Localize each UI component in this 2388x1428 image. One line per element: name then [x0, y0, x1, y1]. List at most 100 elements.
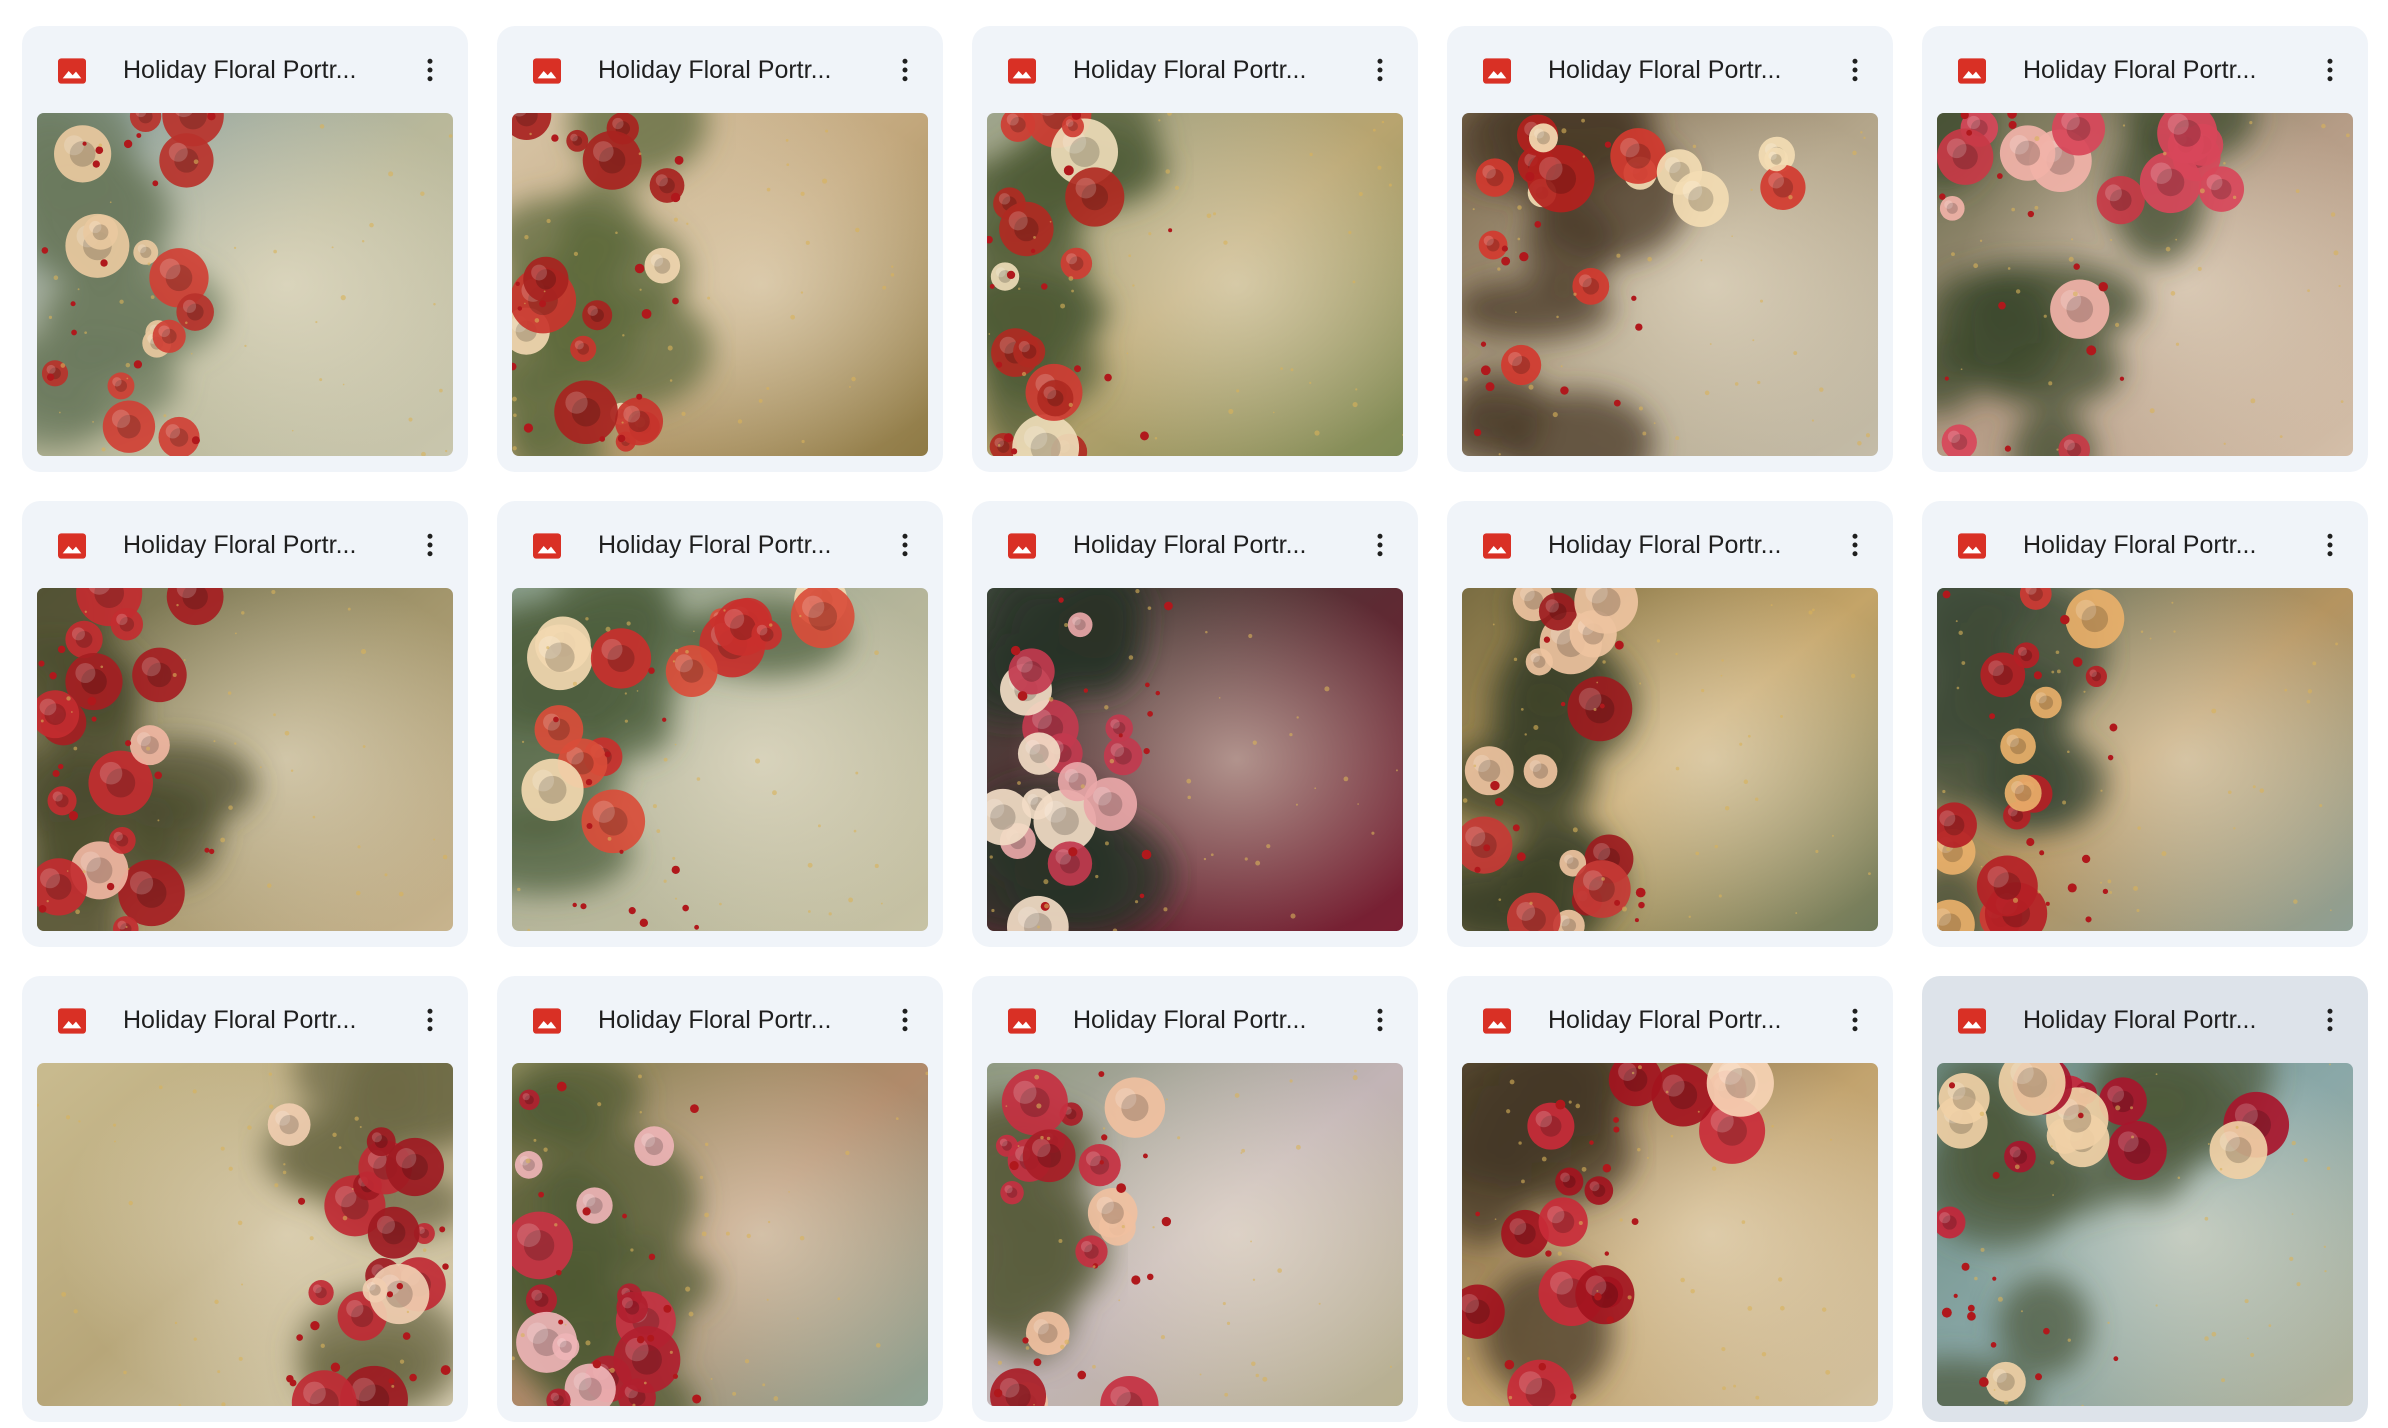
- file-card[interactable]: Holiday Floral Portr...: [22, 501, 468, 947]
- more-vert-icon: [1840, 530, 1870, 560]
- file-card-header: Holiday Floral Portr...: [497, 26, 943, 114]
- file-thumbnail[interactable]: [37, 1063, 453, 1406]
- image-icon: [56, 1005, 88, 1037]
- file-thumbnail[interactable]: [1937, 588, 2353, 931]
- more-vert-icon: [890, 1005, 920, 1035]
- file-card[interactable]: Holiday Floral Portr...: [22, 26, 468, 472]
- file-name: Holiday Floral Portr...: [598, 56, 832, 84]
- image-icon: [1956, 55, 1988, 87]
- file-card[interactable]: Holiday Floral Portr...: [1447, 501, 1893, 947]
- thumbnail-artwork: [1937, 1063, 2353, 1406]
- file-name: Holiday Floral Portr...: [1548, 1006, 1782, 1034]
- file-thumbnail[interactable]: [512, 113, 928, 456]
- more-actions-button[interactable]: [1831, 46, 1879, 94]
- thumbnail-artwork: [1937, 588, 2353, 931]
- file-card[interactable]: Holiday Floral Portr...: [22, 976, 468, 1422]
- file-thumbnail[interactable]: [512, 588, 928, 931]
- file-card[interactable]: Holiday Floral Portr...: [1447, 26, 1893, 472]
- file-card-header: Holiday Floral Portr...: [1922, 26, 2368, 114]
- more-actions-button[interactable]: [881, 996, 929, 1044]
- more-vert-icon: [1840, 1005, 1870, 1035]
- file-name: Holiday Floral Portr...: [123, 56, 357, 84]
- image-icon: [531, 530, 563, 562]
- image-icon: [531, 1005, 563, 1037]
- image-icon: [531, 55, 563, 87]
- more-actions-button[interactable]: [406, 46, 454, 94]
- file-card-header: Holiday Floral Portr...: [22, 501, 468, 589]
- more-actions-button[interactable]: [406, 996, 454, 1044]
- more-actions-button[interactable]: [1356, 521, 1404, 569]
- file-thumbnail[interactable]: [1462, 1063, 1878, 1406]
- more-vert-icon: [1840, 55, 1870, 85]
- thumbnail-artwork: [37, 588, 453, 931]
- file-thumbnail[interactable]: [987, 113, 1403, 456]
- more-actions-button[interactable]: [2306, 521, 2354, 569]
- image-icon: [1006, 1005, 1038, 1037]
- thumbnail-artwork: [987, 1063, 1403, 1406]
- file-thumbnail[interactable]: [37, 113, 453, 456]
- more-vert-icon: [2315, 55, 2345, 85]
- file-card[interactable]: Holiday Floral Portr...: [497, 976, 943, 1422]
- file-thumbnail[interactable]: [1462, 588, 1878, 931]
- thumbnail-artwork: [37, 113, 453, 456]
- file-thumbnail[interactable]: [512, 1063, 928, 1406]
- image-icon: [1481, 55, 1513, 87]
- more-actions-button[interactable]: [2306, 46, 2354, 94]
- thumbnail-artwork: [1462, 1063, 1878, 1406]
- file-card[interactable]: Holiday Floral Portr...: [972, 976, 1418, 1422]
- file-card-header: Holiday Floral Portr...: [22, 26, 468, 114]
- more-actions-button[interactable]: [406, 521, 454, 569]
- file-name: Holiday Floral Portr...: [123, 531, 357, 559]
- file-card-header: Holiday Floral Portr...: [1922, 501, 2368, 589]
- thumbnail-artwork: [37, 1063, 453, 1406]
- more-actions-button[interactable]: [1831, 521, 1879, 569]
- file-thumbnail[interactable]: [1462, 113, 1878, 456]
- file-grid: Holiday Floral Portr... Holiday Floral Po…: [22, 26, 2368, 1422]
- file-name: Holiday Floral Portr...: [2023, 56, 2257, 84]
- more-vert-icon: [1365, 530, 1395, 560]
- image-icon: [1956, 530, 1988, 562]
- file-name: Holiday Floral Portr...: [598, 1006, 832, 1034]
- file-card-header: Holiday Floral Portr...: [497, 501, 943, 589]
- more-actions-button[interactable]: [1356, 46, 1404, 94]
- thumbnail-artwork: [1462, 588, 1878, 931]
- file-card[interactable]: Holiday Floral Portr...: [497, 26, 943, 472]
- image-icon: [1006, 530, 1038, 562]
- more-actions-button[interactable]: [1356, 996, 1404, 1044]
- more-actions-button[interactable]: [1831, 996, 1879, 1044]
- image-icon: [1481, 530, 1513, 562]
- more-vert-icon: [415, 530, 445, 560]
- more-actions-button[interactable]: [881, 521, 929, 569]
- file-card[interactable]: Holiday Floral Portr...: [1922, 976, 2368, 1422]
- file-thumbnail[interactable]: [1937, 113, 2353, 456]
- file-card[interactable]: Holiday Floral Portr...: [1922, 501, 2368, 947]
- image-icon: [56, 55, 88, 87]
- more-actions-button[interactable]: [2306, 996, 2354, 1044]
- file-thumbnail[interactable]: [987, 1063, 1403, 1406]
- thumbnail-artwork: [987, 588, 1403, 931]
- thumbnail-artwork: [1462, 113, 1878, 456]
- image-icon: [1956, 1005, 1988, 1037]
- thumbnail-artwork: [512, 588, 928, 931]
- file-card-header: Holiday Floral Portr...: [22, 976, 468, 1064]
- more-vert-icon: [890, 55, 920, 85]
- thumbnail-artwork: [512, 113, 928, 456]
- image-icon: [56, 530, 88, 562]
- file-card[interactable]: Holiday Floral Portr...: [1922, 26, 2368, 472]
- file-card-header: Holiday Floral Portr...: [1447, 26, 1893, 114]
- file-card[interactable]: Holiday Floral Portr...: [1447, 976, 1893, 1422]
- file-card-header: Holiday Floral Portr...: [1922, 976, 2368, 1064]
- file-name: Holiday Floral Portr...: [1548, 531, 1782, 559]
- file-thumbnail[interactable]: [37, 588, 453, 931]
- file-thumbnail[interactable]: [987, 588, 1403, 931]
- file-name: Holiday Floral Portr...: [2023, 1006, 2257, 1034]
- file-name: Holiday Floral Portr...: [1073, 531, 1307, 559]
- file-card[interactable]: Holiday Floral Portr...: [497, 501, 943, 947]
- file-thumbnail[interactable]: [1937, 1063, 2353, 1406]
- image-icon: [1006, 55, 1038, 87]
- file-card[interactable]: Holiday Floral Portr...: [972, 501, 1418, 947]
- file-card-header: Holiday Floral Portr...: [972, 501, 1418, 589]
- file-card[interactable]: Holiday Floral Portr...: [972, 26, 1418, 472]
- more-vert-icon: [2315, 1005, 2345, 1035]
- more-actions-button[interactable]: [881, 46, 929, 94]
